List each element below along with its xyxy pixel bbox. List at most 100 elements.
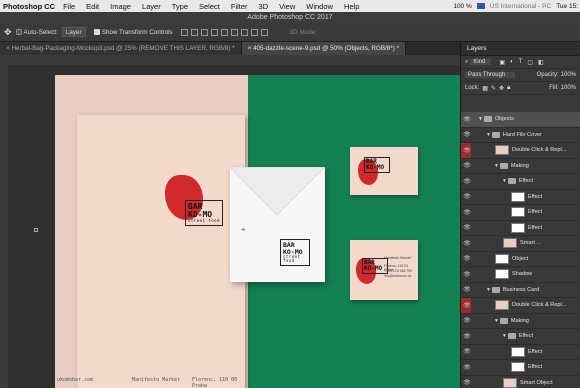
- layer-row[interactable]: 👁︎ Smart ...: [461, 236, 580, 252]
- chevron-down-icon[interactable]: ▾: [503, 178, 506, 184]
- tab-herbal-bag[interactable]: × Herbal-Bag-Packaging-Mockup3.psd @ 25%…: [0, 42, 242, 55]
- layer-select-dropdown[interactable]: Layer: [61, 27, 86, 37]
- layer-row[interactable]: 👁︎ ▾ Effect: [461, 329, 580, 345]
- visibility-eye-icon[interactable]: 👁︎: [461, 286, 473, 293]
- menu-edit[interactable]: Edit: [86, 2, 99, 11]
- visibility-eye-icon[interactable]: 👁︎: [461, 379, 473, 386]
- layer-row[interactable]: 👁︎ Effect: [461, 205, 580, 221]
- flag-icon[interactable]: [476, 3, 485, 9]
- layer-row[interactable]: 👁︎ Double Click & Repl...: [461, 143, 580, 159]
- chevron-down-icon[interactable]: ▾: [487, 287, 490, 293]
- align-right-icon[interactable]: [230, 28, 238, 36]
- layer-thumbnail: [495, 145, 509, 156]
- menu-help[interactable]: Help: [344, 2, 359, 11]
- layers-panel-title[interactable]: Layers: [461, 42, 580, 56]
- visibility-eye-icon[interactable]: 👁︎: [461, 348, 473, 355]
- chevron-down-icon[interactable]: ▾: [495, 163, 498, 169]
- visibility-eye-icon[interactable]: 👁︎: [461, 131, 473, 138]
- visibility-eye-icon[interactable]: 👁︎: [461, 364, 473, 371]
- lock-pixels-icon[interactable]: ▦: [482, 85, 488, 92]
- menu-file[interactable]: File: [63, 2, 75, 11]
- search-icon[interactable]: ⌕: [465, 59, 468, 66]
- visibility-eye-icon[interactable]: 👁︎: [461, 209, 473, 216]
- visibility-eye-icon[interactable]: 👁︎: [461, 302, 473, 309]
- layer-row[interactable]: 👁︎ ▾ Effect: [461, 174, 580, 190]
- layer-row[interactable]: 👁︎ Object: [461, 252, 580, 267]
- hard-file-cover[interactable]: BAR KO-MO street food ukomobar.com Manif…: [57, 115, 245, 388]
- chevron-down-icon[interactable]: ▾: [503, 333, 506, 339]
- visibility-eye-icon[interactable]: 👁︎: [461, 333, 473, 340]
- visibility-eye-icon[interactable]: 👁︎: [461, 193, 473, 200]
- business-card-front[interactable]: BAR KO-MO: [350, 147, 418, 195]
- layer-row[interactable]: 👁︎ ▾ Business Card: [461, 283, 580, 298]
- filter-smart-icon[interactable]: ◧: [538, 59, 544, 66]
- menu-3d[interactable]: 3D: [259, 2, 269, 11]
- distribute-top-icon[interactable]: [240, 28, 248, 36]
- visibility-eye-icon[interactable]: 👁︎: [461, 317, 473, 324]
- menu-select[interactable]: Select: [199, 2, 220, 11]
- layer-name: Effect: [518, 333, 534, 340]
- layer-row[interactable]: 👁︎ Shadow: [461, 267, 580, 283]
- visibility-eye-icon[interactable]: 👁︎: [461, 162, 473, 169]
- business-card-back[interactable]: BAR KO-MO Manifesto Market Florenc, 110 …: [350, 240, 418, 300]
- layer-row[interactable]: 👁︎ Effect: [461, 190, 580, 205]
- input-source-label[interactable]: US International - PC: [490, 3, 551, 10]
- auto-select-checkbox[interactable]: [15, 29, 22, 35]
- lock-paint-icon[interactable]: ✎: [491, 85, 496, 92]
- document-canvas[interactable]: BAR KO-MO street food ukomobar.com Manif…: [55, 75, 460, 388]
- layer-row[interactable]: 👁︎ ▾ Objects: [461, 112, 580, 128]
- horizontal-ruler[interactable]: [0, 55, 460, 65]
- visibility-eye-icon[interactable]: 👁︎: [461, 271, 473, 278]
- fill-input[interactable]: 100%: [561, 85, 576, 91]
- transform-controls-checkbox[interactable]: [93, 29, 100, 35]
- align-center-icon[interactable]: [220, 28, 228, 36]
- opacity-input[interactable]: 100%: [561, 72, 576, 78]
- layer-row[interactable]: 👁︎ Smart Object: [461, 376, 580, 388]
- layers-list: 👁︎ ▾ Objects 👁︎ ▾ Hard File Cover 👁︎ Double Cli…: [461, 112, 580, 388]
- distribute-middle-icon[interactable]: [250, 28, 258, 36]
- blend-mode-dropdown[interactable]: Pass Through: [465, 72, 516, 78]
- align-left-icon[interactable]: [210, 28, 218, 36]
- layer-name: Object: [512, 255, 529, 262]
- move-tool-icon[interactable]: ✥: [4, 27, 12, 38]
- canvas-handle[interactable]: [34, 228, 38, 232]
- visibility-eye-icon[interactable]: 👁︎: [461, 116, 473, 123]
- clock[interactable]: Tue 15:: [556, 3, 578, 10]
- layer-row[interactable]: 👁︎ ▾ Making: [461, 314, 580, 329]
- menu-image[interactable]: Image: [110, 2, 131, 11]
- chevron-down-icon[interactable]: ▾: [495, 318, 498, 324]
- filter-pixel-icon[interactable]: ▣: [499, 59, 505, 66]
- menu-type[interactable]: Type: [172, 2, 188, 11]
- layer-row[interactable]: 👁︎ ▾ Making: [461, 159, 580, 174]
- layer-row[interactable]: 👁︎ Effect: [461, 221, 580, 236]
- layer-row[interactable]: 👁︎ Double Click & Repl...: [461, 298, 580, 314]
- vertical-ruler[interactable]: [0, 65, 8, 388]
- align-bottom-icon[interactable]: [200, 28, 208, 36]
- layer-row[interactable]: 👁︎ Effect: [461, 345, 580, 360]
- distribute-bottom-icon[interactable]: [260, 28, 268, 36]
- menu-window[interactable]: Window: [306, 2, 333, 11]
- menu-layer[interactable]: Layer: [142, 2, 161, 11]
- filter-adjust-icon[interactable]: ◐: [510, 59, 514, 65]
- menu-filter[interactable]: Filter: [231, 2, 248, 11]
- filter-type-icon[interactable]: T: [519, 59, 523, 65]
- layer-name: Double Click & Repl...: [512, 147, 567, 154]
- kind-dropdown[interactable]: Kind: [470, 59, 492, 65]
- layer-row[interactable]: 👁︎ ▾ Hard File Cover: [461, 128, 580, 143]
- app-menu[interactable]: Photoshop CC: [3, 2, 55, 11]
- align-middle-icon[interactable]: [190, 28, 198, 36]
- chevron-down-icon[interactable]: ▾: [479, 116, 482, 122]
- visibility-eye-icon[interactable]: 👁︎: [461, 255, 473, 262]
- visibility-eye-icon[interactable]: 👁︎: [461, 147, 473, 154]
- chevron-down-icon[interactable]: ▾: [487, 132, 490, 138]
- filter-shape-icon[interactable]: ▢: [527, 59, 533, 66]
- visibility-eye-icon[interactable]: 👁︎: [461, 178, 473, 185]
- layer-row[interactable]: 👁︎ Effect: [461, 360, 580, 376]
- menu-view[interactable]: View: [279, 2, 295, 11]
- lock-all-icon[interactable]: 🔒︎: [507, 85, 510, 92]
- lock-move-icon[interactable]: ✥: [499, 85, 504, 92]
- align-top-icon[interactable]: [180, 28, 188, 36]
- tab-dazzle-scene[interactable]: × 405-dazzle-scene-9.psd @ 50% (Objects,…: [241, 42, 407, 55]
- visibility-eye-icon[interactable]: 👁︎: [461, 224, 473, 231]
- visibility-eye-icon[interactable]: 👁︎: [461, 240, 473, 247]
